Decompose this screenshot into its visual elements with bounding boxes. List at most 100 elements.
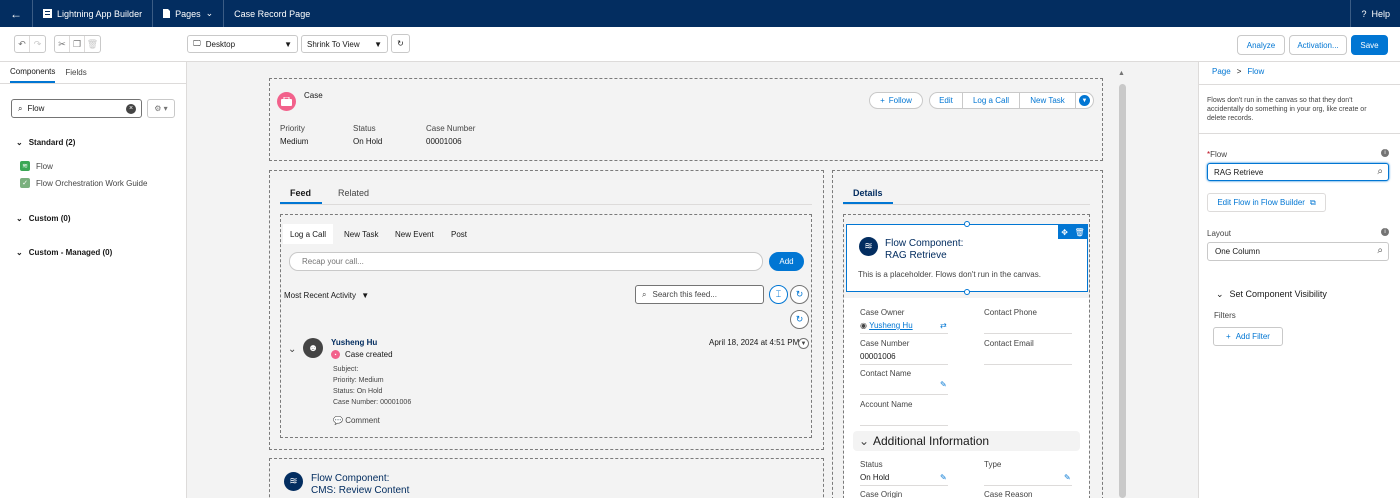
edit-button[interactable]: Edit [929, 92, 963, 109]
feed-timestamp[interactable]: April 18, 2024 at 4:51 PM [709, 338, 799, 347]
more-actions-button[interactable]: ▼ [1075, 92, 1094, 109]
field-divider [984, 333, 1072, 334]
component-flow[interactable]: ≋ Flow [20, 161, 53, 171]
case-number-label: Case Number [426, 124, 476, 133]
component-orchestration-label: Flow Orchestration Work Guide [36, 178, 148, 188]
new-task-button[interactable]: New Task [1019, 92, 1076, 109]
flow-component-title: Flow Component: [885, 238, 964, 249]
case-small-icon: ▪ [331, 350, 340, 359]
save-button[interactable]: Save [1351, 35, 1388, 55]
app-name: Lightning App Builder [57, 8, 143, 19]
change-owner-icon[interactable]: ⇄ [940, 321, 947, 330]
user-avatar[interactable]: ☻ [303, 338, 323, 358]
zoom-select[interactable]: Shrink To View ▼ [301, 35, 388, 53]
comment-icon: 💬 [333, 416, 343, 425]
flow-search-input[interactable]: RAG Retrieve ⌕ [1207, 163, 1389, 181]
collapse-item-icon[interactable]: ⌄ [288, 344, 296, 355]
resize-handle-bottom[interactable] [964, 289, 970, 295]
tab-components[interactable]: Components [10, 62, 56, 83]
feed-search-input[interactable]: ⌕ Search this feed... [635, 285, 764, 304]
move-icon[interactable]: ✥ [1061, 228, 1068, 237]
builder-toolbar: ↶ ↷ ✂ ❐ 🗑 🖵 Desktop ▼ Shrink To View ▼ ↻… [0, 27, 1400, 62]
components-panel: Components Fields ⌕ Flow × ⚙ ▾ ⌄ Standar… [0, 62, 187, 498]
comment-label: Comment [345, 416, 380, 425]
component-flow-orchestration[interactable]: ✓ Flow Orchestration Work Guide [20, 178, 147, 188]
section-custom-managed[interactable]: ⌄ Custom - Managed (0) [16, 248, 112, 257]
undo-icon[interactable]: ↶ [15, 36, 30, 52]
chevron-down-icon: ⌄ [16, 214, 23, 223]
add-button[interactable]: Add [769, 252, 804, 271]
clear-icon[interactable]: × [126, 103, 136, 114]
filter-button[interactable]: ⌶ [769, 285, 788, 304]
copy-icon[interactable]: ❐ [70, 36, 85, 52]
info-icon[interactable]: i [1381, 149, 1389, 157]
help-button[interactable]: ? Help [1350, 0, 1400, 27]
publisher-tab-new-event[interactable]: New Event [395, 230, 434, 239]
delete-icon[interactable]: 🗑 [1075, 228, 1085, 237]
edit-pencil-icon[interactable]: ✎ [940, 380, 947, 389]
activation-button[interactable]: Activation... [1289, 35, 1347, 55]
publisher-tab-log-call[interactable]: Log a Call [290, 230, 326, 239]
priority-label: Priority [280, 124, 305, 133]
breadcrumb-flow[interactable]: Flow [1247, 67, 1264, 76]
contact-email-label: Contact Email [984, 339, 1034, 348]
edit-flow-button[interactable]: Edit Flow in Flow Builder ⧉ [1207, 193, 1326, 212]
device-select[interactable]: 🖵 Desktop ▼ [187, 35, 298, 53]
scroll-up-icon[interactable]: ▲ [1118, 70, 1125, 77]
comment-button[interactable]: 💬 Comment [333, 416, 380, 425]
add-filter-button[interactable]: + Add Filter [1213, 327, 1283, 346]
back-button[interactable]: ← [0, 0, 33, 27]
tab-details[interactable]: Details [853, 188, 883, 198]
resize-handle-top[interactable] [964, 221, 970, 227]
layout-select[interactable]: One Column ⌕ [1207, 242, 1389, 261]
case-number-detail-label: Case Number [860, 339, 910, 348]
highlights-region[interactable] [269, 78, 1103, 161]
settings-menu-button[interactable]: ⚙ ▾ [147, 99, 175, 118]
analyze-button[interactable]: Analyze [1237, 35, 1285, 55]
chevron-down-icon: ⌄ [1216, 289, 1224, 299]
selected-flow-component[interactable] [846, 224, 1088, 292]
breadcrumb-page[interactable]: Page [1212, 67, 1231, 76]
clipboard-group: ✂ ❐ 🗑 [54, 35, 101, 53]
recap-input[interactable]: Recap your call... [289, 252, 763, 271]
info-icon[interactable]: i [1381, 228, 1389, 236]
refresh-button[interactable]: ↻ [391, 34, 410, 53]
redo-icon[interactable]: ↷ [30, 36, 45, 52]
case-owner-value[interactable]: ◉ Yusheng Hu [860, 321, 913, 330]
page-title-item: Case Record Page [224, 0, 320, 27]
visibility-section-toggle[interactable]: ⌄ Set Component Visibility [1216, 289, 1327, 300]
follow-button[interactable]: + Follow [869, 92, 923, 109]
item-menu-button[interactable]: ▼ [798, 338, 809, 349]
tab-fields[interactable]: Fields [65, 62, 86, 83]
sort-menu[interactable]: Most Recent Activity ▼ [284, 291, 369, 300]
log-call-button[interactable]: Log a Call [962, 92, 1020, 109]
chevron-down-icon: ⌄ [16, 248, 23, 257]
feed-user-name[interactable]: Yusheng Hu [331, 338, 377, 347]
edit-pencil-icon[interactable]: ✎ [940, 473, 947, 482]
caret-down-icon: ▼ [374, 39, 382, 49]
filter-icon: ⌶ [775, 289, 782, 299]
add-filter-label: Add Filter [1235, 332, 1270, 341]
cut-icon[interactable]: ✂ [55, 36, 70, 52]
component-search-input[interactable]: ⌕ Flow × [11, 99, 142, 118]
field-divider [860, 364, 948, 365]
section-standard[interactable]: ⌄ Standard (2) [16, 138, 75, 147]
publisher-tab-new-task[interactable]: New Task [344, 230, 379, 239]
edit-pencil-icon[interactable]: ✎ [1064, 473, 1071, 482]
publisher-tab-post[interactable]: Post [451, 230, 467, 239]
pages-menu[interactable]: Pages ⌄ [153, 0, 225, 27]
flow-help-note: Flows don't run in the canvas so that th… [1207, 97, 1367, 122]
type-label: Type [984, 460, 1002, 469]
flow-icon: ≋ [20, 161, 30, 171]
tab-feed[interactable]: Feed [290, 188, 311, 198]
refresh-items-button[interactable]: ↻ [790, 310, 809, 329]
tab-related[interactable]: Related [338, 188, 369, 198]
orchestration-icon: ✓ [20, 178, 30, 188]
scroll-thumb[interactable] [1119, 84, 1126, 498]
delete-icon[interactable]: 🗑 [85, 36, 100, 52]
section-custom[interactable]: ⌄ Custom (0) [16, 214, 70, 223]
canvas-scrollbar[interactable]: ▲ [1115, 62, 1130, 498]
feed-action-text: Case created [345, 350, 393, 359]
undo-redo-group: ↶ ↷ [14, 35, 46, 53]
refresh-feed-button[interactable]: ↻ [790, 285, 809, 304]
